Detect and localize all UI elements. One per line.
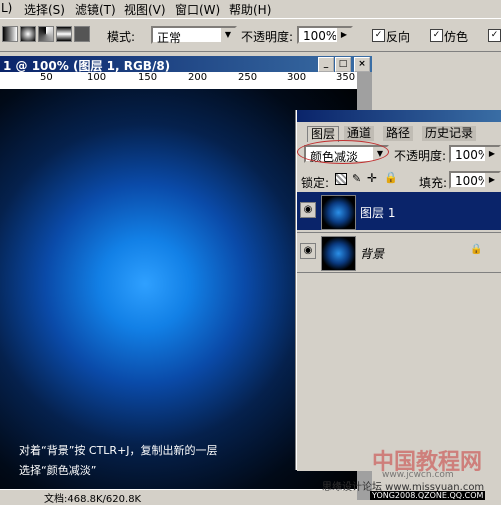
reverse-label: 反向 xyxy=(386,30,411,44)
ruler-tick: 300 xyxy=(287,72,307,83)
layer-thumbnail xyxy=(321,236,356,271)
panel-title-bar[interactable] xyxy=(297,110,501,122)
caption-line-2: 选择“颜色减淡” xyxy=(19,464,97,477)
document-title-bar[interactable]: 1 @ 100% (图层 1, RGB/8) _ □ × xyxy=(0,56,372,73)
layer-thumbnail xyxy=(321,195,356,230)
ruler-tick: 350 xyxy=(336,72,356,83)
layers-panel: 图层 通道 路径 历史记录 颜色减淡 ▼ 不透明度: 100% ▶ 锁定: ✎ … xyxy=(296,110,501,471)
ruler-tick: 150 xyxy=(138,72,158,83)
arrow-right-icon: ▶ xyxy=(484,173,499,187)
layers-list-empty-area xyxy=(297,272,501,471)
opacity-label: 不透明度: xyxy=(241,30,294,44)
menu-bar: L) 选择(S) 滤镜(T) 视图(V) 窗口(W) 帮助(H) xyxy=(0,0,501,18)
fill-label: 填充: xyxy=(419,176,448,190)
document-size: 文档:468.8K/620.8K xyxy=(44,494,142,505)
dither-label: 仿色 xyxy=(444,30,469,44)
options-bar: 模式: 正常 ▼ 不透明度: 100% ▶ ✓ 反向 ✓ 仿色 ✓ xyxy=(0,18,501,52)
watermark-bottom: YONG2008.QZONE.QQ.COM xyxy=(370,491,486,500)
eye-icon[interactable]: ◉ xyxy=(300,202,316,218)
ruler-tick: 100 xyxy=(87,72,107,83)
mode-label: 模式: xyxy=(107,30,136,44)
dropdown-arrow-icon: ▼ xyxy=(220,28,235,42)
arrow-right-icon: ▶ xyxy=(336,28,351,42)
layer-opacity-input[interactable]: 100% ▶ xyxy=(449,145,501,163)
tab-paths[interactable]: 路径 xyxy=(383,126,414,141)
layer-name: 背景 xyxy=(360,247,385,261)
linear-gradient-icon[interactable] xyxy=(2,26,18,42)
layer-row-layer1[interactable]: ◉ 图层 1 xyxy=(297,192,501,230)
menu-window[interactable]: 窗口(W) xyxy=(175,1,220,18)
ruler-tick: 250 xyxy=(238,72,258,83)
arrow-right-icon: ▶ xyxy=(484,147,499,161)
dither-checkbox[interactable]: ✓ xyxy=(430,29,443,42)
menu-view[interactable]: 视图(V) xyxy=(124,1,166,18)
opacity-input[interactable]: 100% ▶ xyxy=(297,26,353,44)
minimize-icon[interactable]: _ xyxy=(318,57,334,72)
mode-select[interactable]: 正常 ▼ xyxy=(151,26,237,45)
lock-transparency-icon[interactable] xyxy=(335,173,347,185)
lock-label: 锁定: xyxy=(301,176,330,190)
tab-history[interactable]: 历史记录 xyxy=(422,126,477,141)
diamond-gradient-icon[interactable] xyxy=(74,26,90,42)
ruler-tick: 200 xyxy=(188,72,208,83)
mode-value: 正常 xyxy=(157,31,182,45)
ruler-tick: 50 xyxy=(40,72,53,83)
reverse-checkbox[interactable]: ✓ xyxy=(372,29,385,42)
reflected-gradient-icon[interactable] xyxy=(56,26,72,42)
lock-brush-icon[interactable]: ✎ xyxy=(352,172,361,185)
menu-layer[interactable]: L) xyxy=(1,1,12,15)
maximize-icon[interactable]: □ xyxy=(335,57,351,72)
menu-filter[interactable]: 滤镜(T) xyxy=(75,1,116,18)
radial-gradient-icon[interactable] xyxy=(20,26,36,42)
eye-icon[interactable]: ◉ xyxy=(300,243,316,259)
tab-channels[interactable]: 通道 xyxy=(344,126,375,141)
fill-input[interactable]: 100% ▶ xyxy=(449,171,501,189)
opacity-value: 100% xyxy=(303,29,338,43)
angle-gradient-icon[interactable] xyxy=(38,26,54,42)
layer-row-background[interactable]: ◉ 背景 🔒 xyxy=(297,232,501,271)
caption-line-1: 对着“背景”按 CTLR+J，复制出新的一层 xyxy=(19,444,218,457)
menu-select[interactable]: 选择(S) xyxy=(24,1,65,18)
layer-opacity-label: 不透明度: xyxy=(394,149,447,163)
close-icon[interactable]: × xyxy=(354,57,370,72)
horizontal-ruler: 50 100 150 200 250 300 350 xyxy=(0,72,357,90)
status-bar: 文档:468.8K/620.8K xyxy=(0,489,357,505)
highlight-ellipse xyxy=(297,140,389,164)
transparency-checkbox[interactable]: ✓ xyxy=(488,29,501,42)
lock-all-icon[interactable]: 🔒 xyxy=(384,171,398,184)
menu-help[interactable]: 帮助(H) xyxy=(229,1,271,18)
layer-name: 图层 1 xyxy=(360,206,396,220)
lock-move-icon[interactable]: ✛ xyxy=(367,171,377,185)
lock-icon: 🔒 xyxy=(470,244,483,255)
